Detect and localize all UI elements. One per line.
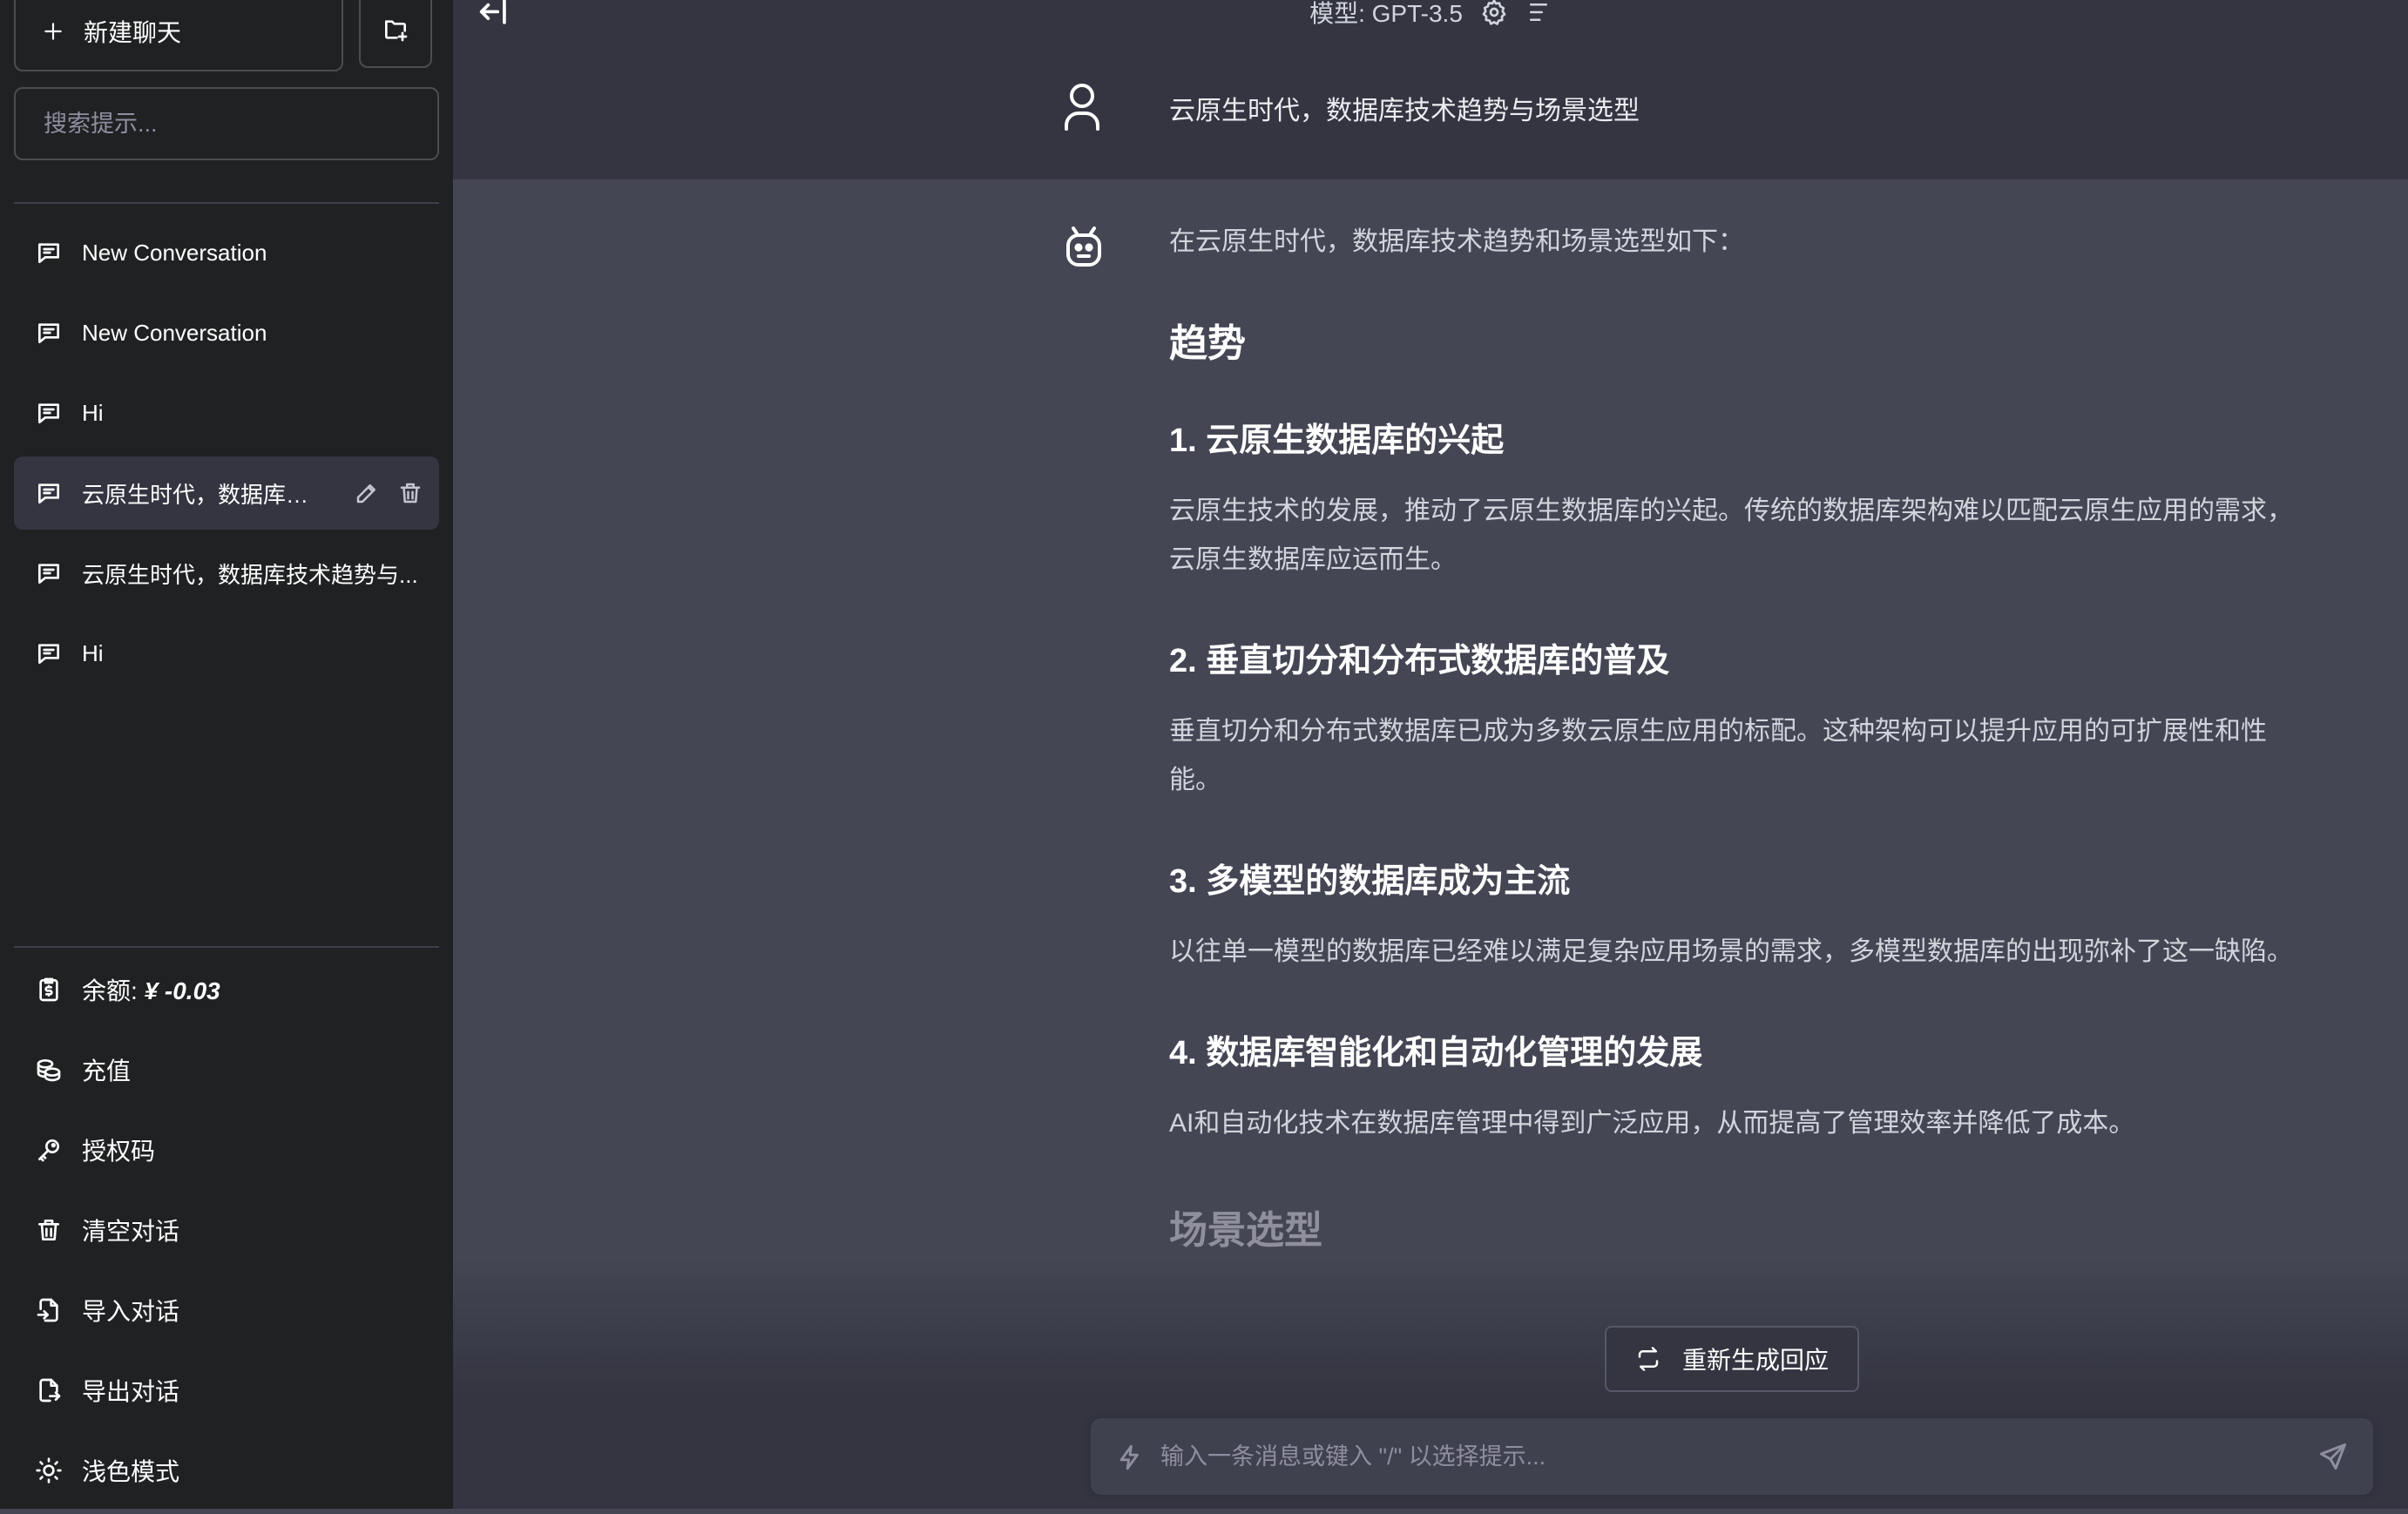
new-chat-button[interactable]: 新建聊天 [14,0,343,71]
conversation-list: New Conversation New Conversation Hi 云原生… [14,216,439,697]
message-icon [35,239,63,267]
gear-icon[interactable] [1480,0,1508,26]
trash-icon [35,1216,63,1244]
user-message-text: 云原生时代，数据库技术趋势与场景选型 [1169,97,1640,125]
conversation-item[interactable]: New Conversation [14,216,439,289]
bolt-icon[interactable] [1115,1443,1145,1472]
section-body: 垂直切分和分布式数据库已成为多数云原生应用的标配。这种架构可以提升应用的可扩展性… [1169,717,2267,794]
auth-code-item[interactable]: 授权码 [14,1113,439,1186]
conversation-label: 云原生时代，数据库技... [82,481,326,508]
conversation-label: 云原生时代，数据库技术趋势与... [82,561,418,588]
section-title: 3. 多模型的数据库成为主流 [1169,863,1571,900]
menu-icon[interactable] [1525,0,1552,25]
conversation-item[interactable]: 云原生时代，数据库技术趋势与... [14,537,439,610]
folder-plus-icon [382,16,409,44]
trash-icon[interactable] [397,480,423,506]
light-mode-label: 浅色模式 [82,1458,180,1485]
model-info: 模型: GPT-3.5 [453,0,2408,30]
regenerate-label: 重新生成回应 [1681,1347,1829,1374]
message-icon [35,479,63,507]
file-export-icon [35,1376,63,1404]
coins-icon [35,1056,63,1084]
section-title: 1. 云原生数据库的兴起 [1169,422,1505,459]
import-conversations-item[interactable]: 导入对话 [14,1274,439,1347]
sidebar-footer-menu: 余额: ¥ -0.03 充值 授权码 清空对话 导入对话 导出对话 浅色模式 [14,953,439,1514]
model-label: 模型: GPT-3.5 [1309,0,1463,27]
balance-value: ¥ -0.03 [144,977,220,1004]
pencil-icon[interactable] [354,480,380,506]
recharge-label: 充值 [82,1058,132,1085]
conversation-label: New Conversation [82,319,267,346]
sidebar-divider-bottom [14,946,439,948]
new-folder-button[interactable] [359,0,432,68]
message-input[interactable] [1160,1418,2293,1495]
section-body: 以往单一模型的数据库已经难以满足复杂应用场景的需求，多模型数据库的出现弥补了这一… [1169,937,2293,966]
section-body: AI和自动化技术在数据库管理中得到广泛应用，从而提高了管理效率并降低了成本。 [1169,1109,2135,1138]
assistant-message: 在云原生时代，数据库技术趋势和场景选型如下： 趋势 1. 云原生数据库的兴起 云… [453,179,2408,1399]
send-icon[interactable] [2317,1441,2349,1472]
heading-trends: 趋势 [1169,322,1246,365]
key-icon [35,1136,63,1164]
conversation-item[interactable]: Hi [14,376,439,449]
robot-icon [1063,223,1105,270]
section-title: 2. 垂直切分和分布式数据库的普及 [1169,643,1670,679]
clear-conversations-label: 清空对话 [82,1218,180,1245]
light-mode-item[interactable]: 浅色模式 [14,1434,439,1507]
sun-icon [35,1457,63,1484]
export-conversations-item[interactable]: 导出对话 [14,1354,439,1427]
assistant-message-content: 在云原生时代，数据库技术趋势和场景选型如下： 趋势 1. 云原生数据库的兴起 云… [1169,223,2302,1300]
heading-scenarios: 场景选型 [1169,1209,1322,1252]
clear-conversations-item[interactable]: 清空对话 [14,1193,439,1267]
file-import-icon [35,1296,63,1324]
wallet-icon [35,976,63,1004]
recharge-item[interactable]: 充值 [14,1033,439,1106]
balance-item[interactable]: 余额: ¥ -0.03 [14,953,439,1026]
section-body: 云原生技术的发展，推动了云原生数据库的兴起。传统的数据库架构难以匹配云原生应用的… [1169,497,2293,574]
search-prompts-input[interactable] [14,87,439,160]
section-title: 4. 数据库智能化和自动化管理的发展 [1169,1035,1703,1071]
message-icon [35,319,63,347]
conversation-label: Hi [82,639,104,666]
conversation-item[interactable]: Hi [14,617,439,690]
export-conversations-label: 导出对话 [82,1378,180,1405]
sidebar: 新建聊天 New Conversation New Conversation H… [0,0,453,1509]
plus-icon [42,20,64,43]
message-icon [35,559,63,587]
message-icon [35,399,63,427]
conversation-item-active[interactable]: 云原生时代，数据库技... [14,456,439,530]
conversation-item[interactable]: New Conversation [14,296,439,369]
regenerate-button[interactable]: 重新生成回应 [1605,1326,1859,1392]
conversation-label: New Conversation [82,239,267,266]
conversation-label: Hi [82,399,104,426]
import-conversations-label: 导入对话 [82,1298,180,1325]
refresh-icon [1635,1346,1661,1372]
assistant-intro: 在云原生时代，数据库技术趋势和场景选型如下： [1169,227,1744,256]
message-input-box [1091,1418,2373,1495]
new-chat-label: 新建聊天 [84,19,182,46]
sidebar-divider-top [14,202,439,204]
top-bar: 模型: GPT-3.5 [453,0,2408,42]
auth-code-label: 授权码 [82,1138,156,1165]
balance-label: 余额: [82,977,145,1004]
message-icon [35,639,63,667]
user-message: 云原生时代，数据库技术趋势与场景选型 [453,42,2408,181]
user-icon [1063,82,1101,131]
